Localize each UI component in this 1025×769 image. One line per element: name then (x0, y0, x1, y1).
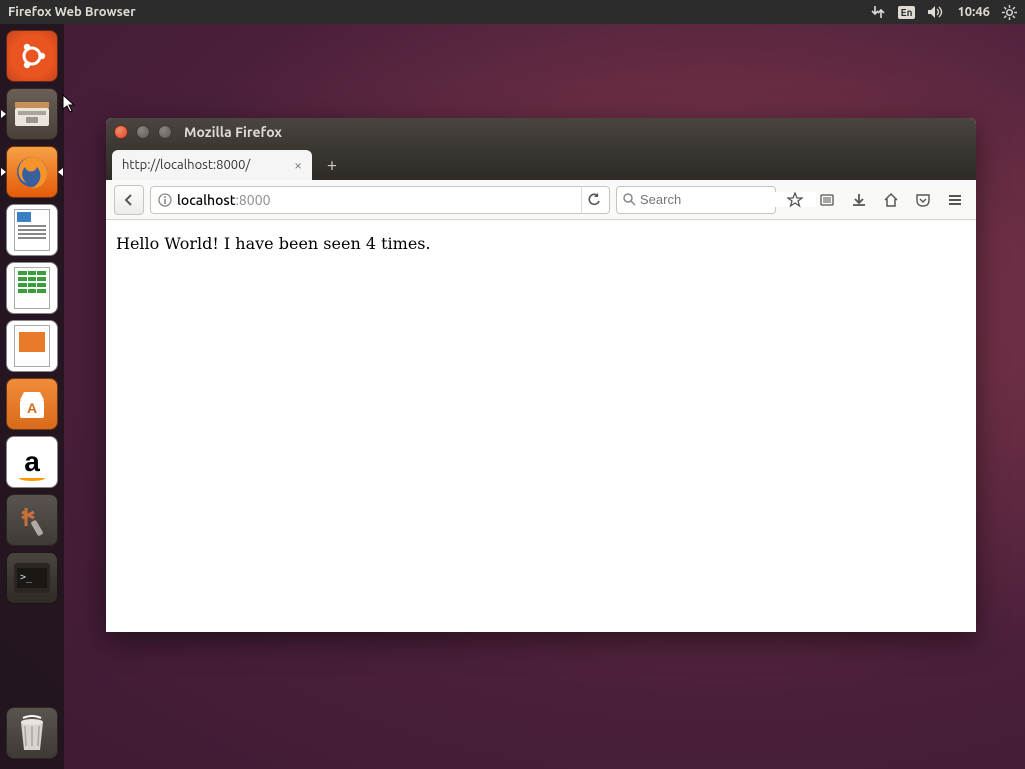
launcher-amazon[interactable]: a (6, 436, 58, 488)
launcher-dash[interactable] (6, 30, 58, 82)
url-input[interactable]: localhost:8000 (175, 192, 581, 208)
svg-text:>_: >_ (20, 572, 33, 583)
url-bar[interactable]: localhost:8000 (150, 186, 610, 214)
launcher-impress[interactable] (6, 320, 58, 372)
tab-close-icon[interactable]: × (294, 157, 302, 173)
window-titlebar[interactable]: Mozilla Firefox (106, 118, 976, 146)
page-content: Hello World! I have been seen 4 times. (106, 220, 976, 632)
svg-text:A: A (27, 400, 37, 416)
downloads-icon[interactable] (846, 187, 872, 213)
browser-toolbar: localhost:8000 (106, 180, 976, 220)
pocket-icon[interactable] (910, 187, 936, 213)
reload-button[interactable] (581, 187, 605, 213)
tab-strip: http://localhost:8000/ × + (106, 146, 976, 180)
bookmark-star-icon[interactable] (782, 187, 808, 213)
launcher-files[interactable] (6, 88, 58, 140)
launcher-trash[interactable] (6, 707, 58, 759)
firefox-window: Mozilla Firefox http://localhost:8000/ ×… (106, 118, 976, 632)
active-app-title: Firefox Web Browser (8, 5, 136, 19)
language-indicator[interactable]: En (898, 6, 916, 19)
launcher-terminal[interactable]: >_ (6, 552, 58, 604)
window-title: Mozilla Firefox (184, 124, 282, 140)
clock[interactable]: 10:46 (957, 5, 990, 19)
launcher-calc[interactable] (6, 262, 58, 314)
browser-tab[interactable]: http://localhost:8000/ × (112, 150, 312, 180)
window-minimize-button[interactable] (136, 125, 150, 139)
launcher-software[interactable]: A (6, 378, 58, 430)
plus-icon: + (327, 155, 337, 175)
search-icon (623, 193, 636, 206)
window-maximize-button[interactable] (158, 125, 172, 139)
volume-icon[interactable] (927, 5, 945, 19)
launcher-settings[interactable] (6, 494, 58, 546)
unity-launcher: A a >_ (0, 24, 64, 769)
network-icon[interactable] (870, 5, 886, 19)
launcher-firefox[interactable] (6, 146, 58, 198)
mouse-cursor (62, 94, 78, 114)
search-bar[interactable] (616, 186, 776, 214)
gear-icon[interactable] (1002, 5, 1017, 20)
library-icon[interactable] (814, 187, 840, 213)
top-menu-bar: Firefox Web Browser En 10:46 (0, 0, 1025, 24)
page-text: Hello World! I have been seen 4 times. (116, 234, 431, 253)
home-icon[interactable] (878, 187, 904, 213)
window-close-button[interactable] (114, 125, 128, 139)
launcher-writer[interactable] (6, 204, 58, 256)
menu-icon[interactable] (942, 187, 968, 213)
back-button[interactable] (114, 185, 144, 215)
site-info-icon[interactable] (155, 193, 175, 207)
new-tab-button[interactable]: + (318, 153, 346, 177)
tab-label: http://localhost:8000/ (122, 158, 250, 172)
